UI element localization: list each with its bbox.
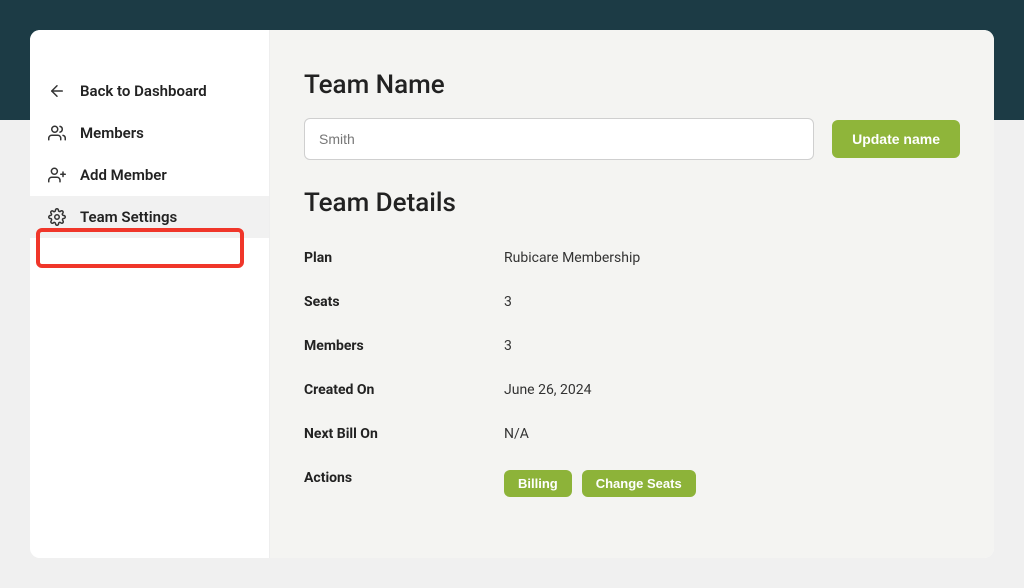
sidebar-label-add-member: Add Member xyxy=(80,166,167,184)
value-created: June 26, 2024 xyxy=(504,382,592,398)
update-name-button[interactable]: Update name xyxy=(832,120,960,158)
value-actions: Billing Change Seats xyxy=(504,470,696,497)
sidebar-item-team-settings[interactable]: Team Settings xyxy=(30,196,269,238)
value-seats: 3 xyxy=(504,294,512,310)
sidebar-label-back: Back to Dashboard xyxy=(80,82,207,100)
value-members: 3 xyxy=(504,338,512,354)
value-next-bill: N/A xyxy=(504,426,529,442)
users-icon xyxy=(48,124,66,142)
label-plan: Plan xyxy=(304,250,504,266)
heading-team-name: Team Name xyxy=(304,70,960,100)
sidebar-item-add-member[interactable]: Add Member xyxy=(30,154,269,196)
team-name-input[interactable] xyxy=(304,118,814,160)
settings-panel: Back to Dashboard Members Add Member Tea… xyxy=(30,30,994,558)
label-members: Members xyxy=(304,338,504,354)
row-plan: Plan Rubicare Membership xyxy=(304,236,960,280)
main-content: Team Name Update name Team Details Plan … xyxy=(270,30,994,558)
label-next-bill: Next Bill On xyxy=(304,426,504,442)
sidebar-item-back[interactable]: Back to Dashboard xyxy=(30,70,269,112)
billing-button[interactable]: Billing xyxy=(504,470,572,497)
label-actions: Actions xyxy=(304,470,504,497)
team-name-row: Update name xyxy=(304,118,960,160)
sidebar: Back to Dashboard Members Add Member Tea… xyxy=(30,30,270,558)
label-seats: Seats xyxy=(304,294,504,310)
row-next-bill: Next Bill On N/A xyxy=(304,412,960,456)
user-plus-icon xyxy=(48,166,66,184)
sidebar-label-members: Members xyxy=(80,124,144,142)
row-members: Members 3 xyxy=(304,324,960,368)
arrow-left-icon xyxy=(48,82,66,100)
row-created: Created On June 26, 2024 xyxy=(304,368,960,412)
label-created: Created On xyxy=(304,382,504,398)
sidebar-item-members[interactable]: Members xyxy=(30,112,269,154)
heading-team-details: Team Details xyxy=(304,188,960,218)
gear-icon xyxy=(48,208,66,226)
change-seats-button[interactable]: Change Seats xyxy=(582,470,696,497)
row-seats: Seats 3 xyxy=(304,280,960,324)
sidebar-label-team-settings: Team Settings xyxy=(80,208,177,226)
value-plan: Rubicare Membership xyxy=(504,250,640,266)
row-actions: Actions Billing Change Seats xyxy=(304,456,960,511)
